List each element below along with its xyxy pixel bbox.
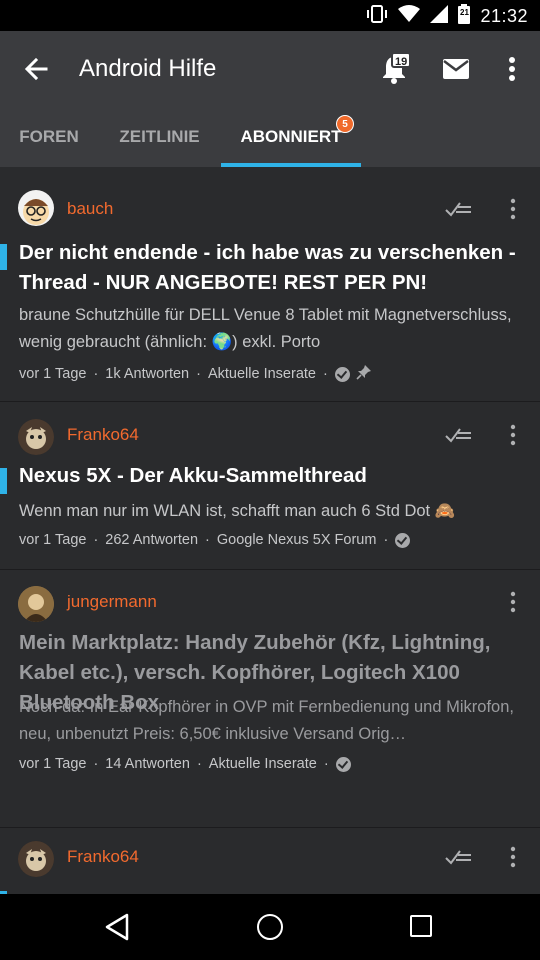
avatar[interactable] (18, 841, 54, 877)
unread-indicator (0, 468, 7, 494)
thread-meta: vor 1 Tage · 1k Antworten · Aktuelle Ins… (19, 364, 372, 384)
mark-read-icon[interactable] (444, 424, 472, 446)
mark-read-icon[interactable] (444, 198, 472, 220)
battery-icon: 21 (458, 3, 471, 29)
subscribed-check-icon (334, 366, 350, 382)
unread-indicator (0, 244, 7, 270)
more-vert-icon[interactable] (508, 198, 518, 220)
nav-home-icon[interactable] (257, 914, 283, 940)
reply-count: 262 Antworten (105, 532, 199, 548)
more-vert-icon[interactable] (508, 424, 518, 446)
wifi-icon (398, 4, 421, 28)
thread-meta: vor 1 Tage · 262 Antworten · Google Nexu… (19, 532, 411, 548)
nav-back-icon[interactable] (104, 913, 130, 946)
forum-name[interactable]: Aktuelle Inserate (208, 366, 316, 382)
subscribed-check-icon (335, 756, 351, 772)
tab-badge-abonniert: 5 (336, 115, 354, 133)
reply-count: 1k Antworten (105, 366, 190, 382)
forum-name[interactable]: Google Nexus 5X Forum (217, 532, 377, 548)
more-vert-icon[interactable] (508, 846, 518, 868)
username[interactable]: bauch (67, 199, 113, 219)
more-vert-icon[interactable] (500, 53, 524, 85)
page-title: Android Hilfe (79, 55, 217, 82)
signal-icon (430, 4, 449, 28)
username[interactable]: Franko64 (67, 425, 139, 445)
notification-count-badge: 19 (391, 52, 412, 68)
status-time: 21:32 (480, 5, 528, 26)
tab-indicator (221, 163, 361, 167)
system-nav-bar (0, 894, 540, 960)
thread-card[interactable]: bauch Der nicht endende - ich habe was z… (0, 168, 540, 402)
thread-card[interactable]: Franko64 Nexus 5X - Der Akku-Sammelthrea… (0, 402, 540, 570)
more-vert-icon[interactable] (508, 591, 518, 613)
username[interactable]: Franko64 (67, 847, 139, 867)
nav-recents-icon[interactable] (410, 915, 432, 937)
thread-excerpt: Noch da: In Ear Kopfhörer in OVP mit Fer… (19, 698, 514, 743)
avatar[interactable] (18, 190, 54, 226)
reply-count: 14 Antworten (105, 756, 190, 772)
arrow-back-icon[interactable] (20, 53, 52, 85)
app-bar: Android Hilfe 19 (0, 31, 540, 105)
thread-title[interactable]: Der nicht endende - ich habe was zu vers… (19, 238, 524, 298)
mail-icon[interactable] (441, 55, 471, 83)
thread-meta: vor 1 Tage · 14 Antworten · Aktuelle Ins… (19, 756, 351, 772)
tab-abonniert[interactable]: ABONNIERT (221, 105, 361, 168)
thread-excerpt: braune Schutzhülle für DELL Venue 8 Tabl… (19, 306, 512, 351)
vibrate-icon (366, 4, 388, 28)
tab-bar: FOREN ZEITLINIE ABONNIERT (0, 105, 540, 168)
avatar[interactable] (18, 419, 54, 455)
tab-foren[interactable]: FOREN (0, 105, 98, 168)
avatar[interactable] (18, 586, 54, 622)
forum-name[interactable]: Aktuelle Inserate (209, 756, 317, 772)
calendar-day: 21 (460, 7, 469, 17)
thread-age: vor 1 Tage (19, 366, 87, 382)
username[interactable]: jungermann (67, 592, 157, 612)
thread-title[interactable]: Nexus 5X - Der Akku-Sammelthread (19, 461, 524, 491)
pin-icon (356, 364, 372, 384)
subscribed-check-icon (395, 532, 411, 548)
mark-read-icon[interactable] (444, 846, 472, 868)
thread-list[interactable]: bauch Der nicht endende - ich habe was z… (0, 168, 540, 894)
thread-age: vor 1 Tage (19, 532, 87, 548)
thread-excerpt: Wenn man nur im WLAN ist, schafft man au… (19, 502, 456, 520)
status-bar: 21 21:32 (0, 0, 540, 31)
thread-card[interactable]: Franko64 (0, 828, 540, 894)
thread-card[interactable]: jungermann Mein Marktplatz: Handy Zubehö… (0, 570, 540, 828)
thread-age: vor 1 Tage (19, 756, 87, 772)
tab-zeitlinie[interactable]: ZEITLINIE (98, 105, 221, 168)
